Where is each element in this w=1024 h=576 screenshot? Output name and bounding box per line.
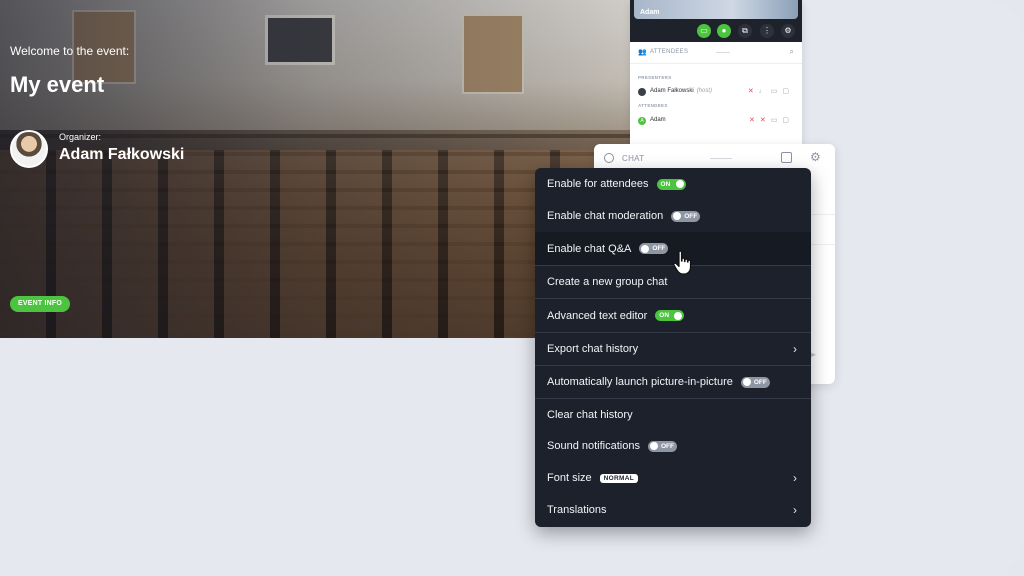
toggle-switch[interactable]: ON [656, 178, 686, 190]
menu-item-label: Enable chat moderation [547, 210, 664, 222]
toggle-switch[interactable]: OFF [740, 376, 770, 388]
menu-item-export-chat-history[interactable]: Export chat history › [535, 332, 811, 365]
event-title: My event [10, 72, 105, 97]
cam-status-icon[interactable]: ▭ [771, 88, 783, 95]
menu-item-label: Export chat history [547, 343, 639, 355]
event-info-button[interactable]: EVENT INFO [10, 296, 71, 312]
attendees-header-label: ATTENDEES [650, 49, 689, 55]
attendees-header[interactable]: 👥 ATTENDEES ⌕ [630, 42, 802, 64]
organizer-label: Organizer: [59, 132, 102, 142]
toggle-label: ON [660, 180, 671, 188]
organizer-avatar [10, 130, 48, 168]
presenter-name: Adam Fałkowski [650, 88, 694, 94]
toggle-label: OFF [753, 378, 767, 386]
organizer-name: Adam Fałkowski [59, 146, 185, 163]
menu-item-font-size[interactable]: Font size NORMAL › [535, 462, 811, 494]
menu-item-label: Enable for attendees [547, 178, 649, 190]
presenter-row[interactable]: Adam Fałkowski (host) ✕♩▭▢ [638, 86, 798, 98]
menu-item-enable-chat-moderation[interactable]: Enable chat moderation OFF [535, 200, 811, 232]
cam-status-icon[interactable]: ▭ [771, 117, 783, 124]
menu-item-label: Font size [547, 472, 592, 484]
attendee-avatar: A [638, 117, 646, 125]
microphone-icon[interactable]: ● [717, 24, 731, 38]
menu-item-label: Sound notifications [547, 440, 640, 452]
video-name: Adam [640, 9, 660, 16]
app-canvas: Welcome to the event: My event Organizer… [0, 0, 1024, 576]
menu-item-advanced-text-editor[interactable]: Advanced text editor ON [535, 298, 811, 332]
no-hand-icon[interactable]: ✕ [748, 88, 759, 95]
presenter-avatar [638, 88, 646, 96]
toggle-label: OFF [684, 212, 698, 220]
mic-status-icon[interactable]: ♩ [759, 88, 771, 95]
attendee-name: Adam [650, 117, 666, 123]
menu-item-clear-chat-history[interactable]: Clear chat history [535, 398, 811, 430]
toggle-switch[interactable]: OFF [647, 440, 677, 452]
presenter-role: (host) [696, 88, 713, 94]
menu-item-label: Advanced text editor [547, 309, 648, 322]
screen-status-icon[interactable]: ▢ [782, 88, 794, 95]
chat-settings-menu: Enable for attendees ON Enable chat moder… [535, 168, 811, 527]
chevron-right-icon: › [793, 342, 797, 356]
menu-item-label: Enable chat Q&A [547, 242, 632, 255]
chevron-right-icon: › [793, 471, 797, 485]
menu-item-label: Automatically launch picture-in-picture [547, 376, 733, 388]
menu-item-label: Translations [547, 504, 607, 516]
camera-icon[interactable]: ▭ [697, 24, 711, 38]
no-hand-icon[interactable]: ✕ [749, 117, 760, 124]
search-icon[interactable]: ⌕ [790, 47, 794, 57]
people-icon: 👥 [638, 49, 647, 56]
picture-in-picture-icon[interactable] [781, 152, 792, 163]
chat-header-label: CHAT [622, 154, 645, 163]
presenter-name-wrap: Adam Fałkowski (host) [650, 88, 712, 94]
chat-settings-gear-icon[interactable]: ⚙ [810, 150, 821, 164]
menu-item-auto-picture-in-picture[interactable]: Automatically launch picture-in-picture O… [535, 365, 811, 398]
toggle-knob [649, 442, 658, 451]
toggle-label: ON [659, 312, 670, 320]
toggle-switch[interactable]: OFF [639, 243, 669, 255]
toggle-knob [674, 311, 683, 320]
chevron-right-icon: › [793, 503, 797, 517]
toggle-label: OFF [652, 245, 666, 253]
attendee-status-icons: ✕✕▭▢ [749, 116, 794, 124]
toggle-switch[interactable]: OFF [671, 210, 701, 222]
toggle-label: OFF [660, 442, 674, 450]
welcome-text: Welcome to the event: [10, 44, 130, 58]
menu-item-label: Clear chat history [547, 408, 633, 421]
hand-pointer-cursor-icon [673, 250, 692, 275]
attendee-row[interactable]: A Adam ✕✕▭▢ [638, 115, 798, 127]
screen-status-icon[interactable]: ▢ [782, 117, 794, 124]
share-icon[interactable]: ⧉ [738, 24, 752, 38]
toggle-switch[interactable]: ON [655, 310, 685, 322]
menu-item-label: Create a new group chat [547, 276, 668, 288]
mic-off-icon[interactable]: ✕ [760, 117, 771, 124]
toggle-knob [675, 180, 684, 189]
attendees-panel: Adam ▭ ● ⧉ ⋮ ⚙ 👥 ATTENDEES ⌕ PRESENTERS … [630, 0, 802, 150]
menu-item-translations[interactable]: Translations › [535, 494, 811, 526]
toggle-knob [641, 244, 650, 253]
video-thumbnail[interactable]: Adam [634, 0, 798, 19]
drag-handle[interactable] [716, 52, 730, 53]
more-icon[interactable]: ⋮ [760, 24, 774, 38]
font-size-badge: NORMAL [599, 473, 638, 483]
settings-gear-icon[interactable]: ⚙ [781, 24, 795, 38]
video-strip: Adam ▭ ● ⧉ ⋮ ⚙ [630, 0, 802, 42]
drag-handle[interactable] [710, 158, 732, 159]
attendees-section-label: ATTENDEES [638, 103, 668, 108]
chat-bubble-icon [604, 153, 614, 163]
presenter-status-icons: ✕♩▭▢ [748, 87, 794, 95]
presenters-section-label: PRESENTERS [638, 75, 672, 80]
toggle-knob [742, 378, 751, 387]
menu-item-enable-for-attendees[interactable]: Enable for attendees ON [535, 168, 811, 200]
menu-item-sound-notifications[interactable]: Sound notifications OFF [535, 430, 811, 462]
toggle-knob [673, 212, 682, 221]
